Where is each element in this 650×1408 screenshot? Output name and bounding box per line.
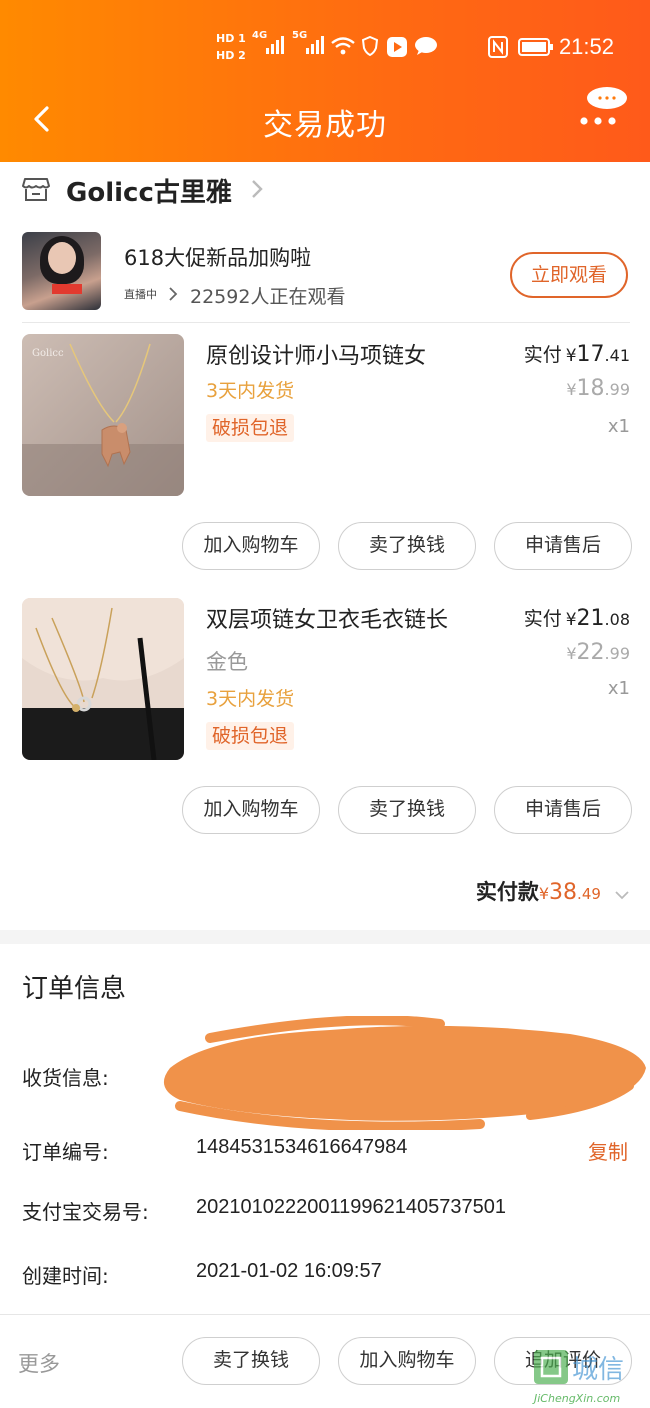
live-viewer-count: 22592人正在观看 [190, 286, 346, 308]
orig-price-int: 22 [576, 640, 605, 665]
chevron-right-small-icon [169, 287, 178, 301]
total-dec: .49 [577, 885, 601, 903]
currency-symbol: ¥ [566, 644, 577, 663]
nfc-icon [488, 36, 508, 58]
video-app-icon [387, 37, 407, 57]
after-sales-button[interactable]: 申请售后 [494, 522, 632, 570]
shield-icon [362, 36, 378, 56]
header-bar: HD 1 HD 2 4G 5G 21:52 交易成功 [0, 0, 650, 162]
currency-symbol: ¥ [565, 610, 577, 630]
watermark-logo: 城信 JiChengXin.com [532, 1350, 624, 1405]
live-thumbnail[interactable] [22, 232, 101, 310]
battery-icon [518, 38, 553, 56]
quantity-label: x1 [607, 416, 630, 437]
svg-text:Golicc: Golicc [32, 348, 64, 359]
resell-button[interactable]: 卖了换钱 [338, 786, 476, 834]
paid-label: 实付 [523, 344, 562, 366]
currency-symbol: ¥ [565, 346, 577, 366]
copy-order-number-button[interactable]: 复制 [588, 1136, 628, 1165]
clock-label: 21:52 [558, 34, 614, 59]
product-title[interactable]: 双层项链女卫衣毛衣链长 [206, 602, 448, 634]
quantity-label: x1 [607, 678, 630, 699]
shop-name[interactable]: Golicc古里雅 [66, 172, 232, 209]
paid-price-dec: .08 [604, 610, 630, 629]
shipping-time-label: 3天内发货 [206, 380, 295, 402]
alipay-trade-value: 2021010222001199621405737501 [196, 1196, 506, 1218]
created-time-label: 创建时间: [22, 1264, 109, 1288]
hd-indicator: HD 1 HD 2 [216, 30, 246, 64]
signal2-icon [306, 34, 324, 54]
live-headline: 618大促新品加购啦 [124, 246, 312, 270]
watch-now-button[interactable]: 立即观看 [510, 252, 628, 298]
hd1-label: HD 1 [216, 32, 246, 45]
sku-label: 金色 [206, 650, 248, 674]
damage-refund-badge: 破损包退 [206, 722, 295, 750]
paid-price: 实付 ¥21.08 [524, 604, 630, 631]
damage-refund-badge: 破损包退 [206, 414, 295, 442]
created-time-value: 2021-01-02 16:09:57 [196, 1260, 382, 1282]
chat-icon [415, 37, 437, 55]
chevron-right-icon [252, 180, 263, 198]
page-title: 交易成功 [263, 108, 387, 143]
orig-price-dec: .99 [604, 380, 630, 399]
paid-price-int: 17 [576, 342, 605, 367]
wifi-icon [331, 37, 355, 55]
hd2-label: HD 2 [216, 49, 246, 62]
alipay-trade-label: 支付宝交易号: [22, 1200, 149, 1224]
total-label: 实付款 [475, 880, 539, 904]
add-to-cart-button[interactable]: 加入购物车 [182, 786, 320, 834]
section-gap [0, 930, 650, 944]
network-5g-label: 5G [292, 30, 308, 41]
paid-label: 实付 [523, 608, 562, 630]
order-info-title: 订单信息 [22, 974, 127, 1004]
product-title[interactable]: 原创设计师小马项链女 [206, 338, 426, 370]
after-sales-button[interactable]: 申请售后 [494, 786, 632, 834]
paid-price: 实付 ¥17.41 [524, 340, 630, 367]
store-icon [22, 178, 50, 201]
order-detail-page: HD 1 HD 2 4G 5G 21:52 交易成功 Golicc古里雅 618… [0, 0, 650, 1408]
total-int: 38 [549, 880, 578, 905]
svg-text:JiChengXin.com: JiChengXin.com [532, 1392, 620, 1405]
original-price: ¥22.99 [566, 640, 630, 665]
live-stream-banner[interactable]: 618大促新品加购啦 直播中 22592人正在观看 立即观看 [0, 228, 650, 320]
more-actions-link[interactable]: 更多 [18, 1348, 60, 1378]
currency-symbol: ¥ [538, 884, 550, 903]
product-image-horse-necklace[interactable]: Golicc [22, 334, 184, 496]
signal-icon [266, 34, 284, 54]
redaction-scribble [163, 1016, 646, 1130]
status-bar: HD 1 HD 2 4G 5G 21:52 [0, 26, 650, 70]
orig-price-int: 18 [576, 376, 605, 401]
shop-row[interactable]: Golicc古里雅 [0, 162, 650, 220]
shipping-time-label: 3天内发货 [206, 688, 295, 710]
more-menu-icon[interactable] [574, 86, 628, 130]
original-price: ¥18.99 [566, 376, 630, 401]
divider [22, 322, 630, 323]
network-4g-label: 4G [252, 30, 268, 41]
receiver-label: 收货信息: [22, 1066, 109, 1090]
total-paid[interactable]: 实付款¥38.49 [476, 876, 630, 906]
order-number-label: 订单编号: [22, 1140, 109, 1164]
paid-price-dec: .41 [604, 346, 630, 365]
paid-price-int: 21 [576, 606, 605, 631]
currency-symbol: ¥ [566, 380, 577, 399]
live-status-label: 直播中 [124, 288, 157, 301]
bottom-bar-divider [0, 1314, 650, 1315]
add-to-cart-bottom-button[interactable]: 加入购物车 [338, 1337, 476, 1385]
order-number-value: 1484531534616647984 [196, 1136, 408, 1158]
product-image-double-necklace[interactable] [22, 598, 184, 760]
resell-bottom-button[interactable]: 卖了换钱 [182, 1337, 320, 1385]
svg-text:城信: 城信 [572, 1355, 624, 1385]
orig-price-dec: .99 [604, 644, 630, 663]
add-to-cart-button[interactable]: 加入购物车 [182, 522, 320, 570]
resell-button[interactable]: 卖了换钱 [338, 522, 476, 570]
chevron-down-icon [615, 890, 629, 899]
